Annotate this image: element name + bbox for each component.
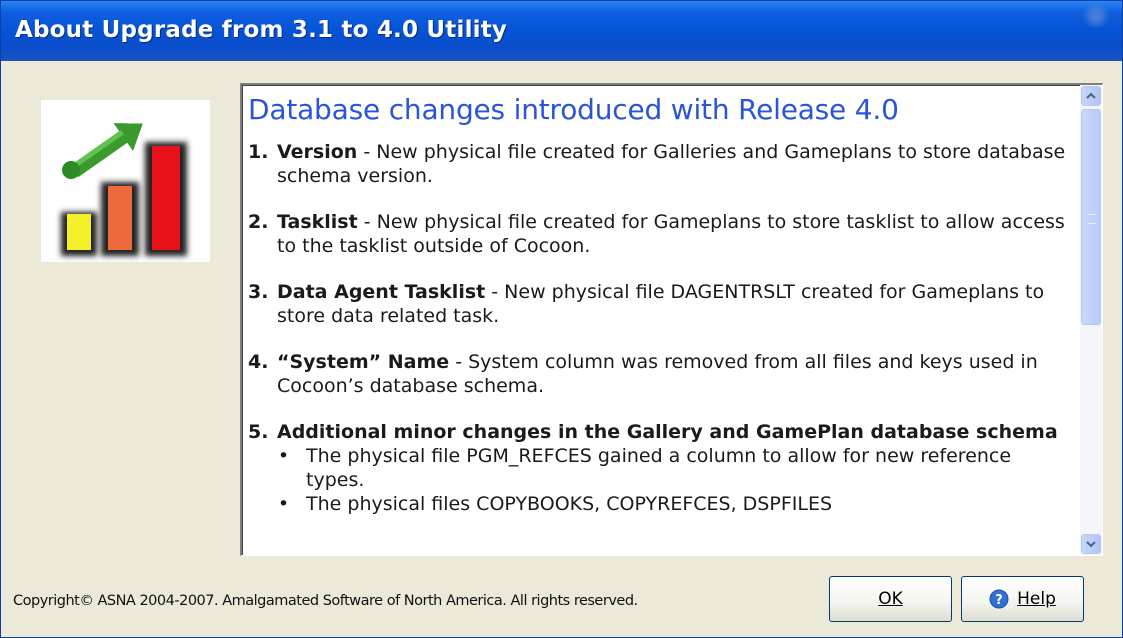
list-item: 5. Additional minor changes in the Galle…	[248, 420, 1068, 444]
sub-list-item: • The physical files COPYBOOKS, COPYREFC…	[278, 492, 1068, 516]
item-number: 3.	[248, 281, 269, 303]
item-number: 5.	[248, 421, 269, 443]
item-number: 2.	[248, 211, 269, 233]
item-text: Data Agent Tasklist - New physical file …	[277, 280, 1068, 328]
item-text: Version - New physical file created for …	[277, 140, 1068, 188]
scroll-thumb[interactable]	[1081, 109, 1101, 325]
title-bar[interactable]: About Upgrade from 3.1 to 4.0 Utility	[1, 1, 1122, 61]
item-term: “System” Name	[277, 351, 450, 373]
item-number: 4.	[248, 351, 269, 373]
item-text: Tasklist - New physical file created for…	[277, 210, 1068, 258]
help-button-label: Help	[1017, 589, 1056, 609]
list-item: 1. Version - New physical file created f…	[248, 140, 1068, 188]
upgrade-chart-icon	[61, 123, 187, 256]
help-icon: ?	[989, 589, 1009, 609]
item-number: 1.	[248, 141, 269, 163]
sub-item-text: The physical files COPYBOOKS, COPYREFCES…	[306, 493, 833, 515]
ok-button-label: OK	[878, 589, 903, 609]
sub-item-text: The physical file PGM_REFCES gained a co…	[306, 445, 1012, 491]
svg-text:?: ?	[995, 593, 1003, 608]
window-title: About Upgrade from 3.1 to 4.0 Utility	[15, 17, 508, 43]
bullet: •	[277, 493, 290, 515]
item-term: Version	[277, 141, 358, 163]
item-description: - New physical file created for Gallerie…	[277, 141, 1066, 187]
item-term: Tasklist	[277, 211, 358, 233]
chevron-down-icon	[1086, 541, 1096, 548]
release-notes-panel[interactable]: Database changes introduced with Release…	[240, 83, 1103, 556]
item-description: - New physical file created for Gameplan…	[277, 211, 1065, 257]
scroll-grip-icon	[1088, 214, 1096, 224]
scroll-down-button[interactable]	[1081, 534, 1101, 554]
item-term: Data Agent Tasklist	[277, 281, 486, 303]
bullet: •	[277, 445, 290, 467]
list-item: 2. Tasklist - New physical file created …	[248, 210, 1068, 258]
scroll-up-button[interactable]	[1081, 86, 1101, 106]
title-decoration	[1076, 5, 1116, 27]
help-button[interactable]: ? Help	[961, 576, 1084, 622]
chevron-up-icon	[1086, 92, 1096, 99]
list-item: 3. Data Agent Tasklist - New physical fi…	[248, 280, 1068, 328]
vertical-scrollbar[interactable]	[1080, 85, 1102, 555]
app-logo	[41, 100, 210, 262]
item-text: “System” Name - System column was remove…	[277, 350, 1068, 398]
release-notes-document: Database changes introduced with Release…	[248, 93, 1068, 516]
item-term: Additional minor changes in the Gallery …	[277, 421, 1058, 443]
copyright-text: Copyright© ASNA 2004-2007. Amalgamated S…	[13, 593, 638, 609]
sub-list-item: • The physical file PGM_REFCES gained a …	[278, 444, 1068, 492]
about-dialog: About Upgrade from 3.1 to 4.0 Utility Da…	[0, 0, 1123, 638]
item-text: Additional minor changes in the Gallery …	[277, 420, 1068, 444]
list-item: 4. “System” Name - System column was rem…	[248, 350, 1068, 398]
document-heading: Database changes introduced with Release…	[248, 93, 899, 126]
ok-button[interactable]: OK	[829, 576, 952, 622]
